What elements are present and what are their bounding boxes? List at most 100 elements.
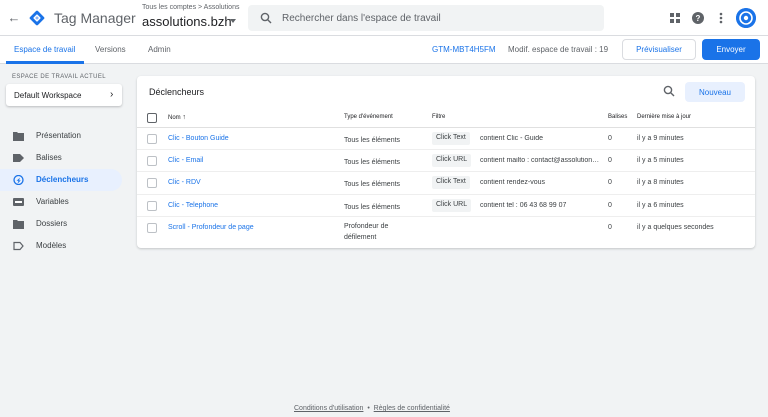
event-type: Profondeur de défilement: [344, 223, 389, 241]
variables-icon: [13, 198, 24, 206]
table-header: Nom ↑ Type d'événement Filtre Balises De…: [137, 108, 755, 128]
sidebar-item-tags[interactable]: Balises: [0, 147, 122, 169]
top-bar: ← Tag Manager Tous les comptes > Assolut…: [0, 0, 768, 36]
tab-versions[interactable]: Versions: [95, 45, 126, 54]
privacy-link[interactable]: Règles de confidentialité: [374, 405, 450, 412]
select-all-checkbox[interactable]: [147, 113, 157, 123]
triggers-card: Déclencheurs Nouveau Nom ↑ Type d'événem…: [137, 76, 755, 248]
column-header-name[interactable]: Nom ↑: [168, 114, 186, 121]
column-header-label: Nom: [168, 115, 181, 121]
row-checkbox[interactable]: [147, 201, 157, 211]
trigger-name-link[interactable]: Clic - Bouton Guide: [168, 135, 229, 142]
table-row[interactable]: Clic - Bouton Guide Tous les éléments Cl…: [137, 128, 755, 150]
more-vert-icon[interactable]: [714, 11, 728, 25]
tab-admin[interactable]: Admin: [148, 45, 171, 54]
sidebar-item-folders[interactable]: Dossiers: [0, 213, 122, 235]
workspace-label: ESPACE DE TRAVAIL ACTUEL: [12, 74, 106, 80]
app-name: Tag Manager: [54, 10, 136, 26]
container-name[interactable]: assolutions.bzh: [142, 14, 232, 29]
event-type: Tous les éléments: [344, 137, 401, 144]
footer: Conditions d'utilisation • Règles de con…: [294, 405, 450, 412]
last-updated: il y a 8 minutes: [637, 179, 684, 186]
event-type: Tous les éléments: [344, 159, 401, 166]
last-updated: il y a 9 minutes: [637, 135, 684, 142]
preview-button[interactable]: Prévisualiser: [622, 39, 696, 60]
row-checkbox[interactable]: [147, 223, 157, 233]
row-checkbox[interactable]: [147, 178, 157, 188]
workspace-changes: Modif. espace de travail : 19: [508, 45, 609, 54]
account-breadcrumb[interactable]: Tous les comptes > Assolutions: [142, 4, 239, 11]
trigger-name-link[interactable]: Clic - Email: [168, 157, 203, 164]
event-type: Tous les éléments: [344, 181, 401, 188]
tag-count: 0: [608, 135, 612, 142]
filter-condition: contient mailto : contact@assolutions.bz…: [480, 157, 600, 164]
apps-grid-icon[interactable]: [668, 11, 682, 25]
last-updated: il y a 6 minutes: [637, 202, 684, 209]
filter-variable-chip: Click Text: [432, 176, 470, 189]
tag-icon: [13, 154, 24, 162]
folder-icon: [13, 220, 24, 229]
filter-condition: contient rendez-vous: [480, 179, 545, 186]
sidebar-item-label: Modèles: [36, 241, 67, 250]
table-row[interactable]: Clic - RDV Tous les éléments Click Text …: [137, 172, 755, 195]
chevron-right-icon: ›: [110, 89, 114, 100]
filter-variable-chip: Click URL: [432, 154, 472, 167]
avatar[interactable]: [736, 8, 756, 28]
last-updated: il y a quelques secondes: [637, 224, 714, 231]
svg-text:?: ?: [696, 14, 701, 23]
row-checkbox[interactable]: [147, 134, 157, 144]
column-header-filter: Filtre: [432, 114, 446, 120]
sidebar-item-templates[interactable]: Modèles: [0, 235, 122, 257]
sidebar-item-triggers[interactable]: Déclencheurs: [0, 169, 122, 191]
card-title: Déclencheurs: [149, 87, 205, 97]
search-bar[interactable]: [248, 5, 604, 31]
new-trigger-button[interactable]: Nouveau: [685, 82, 745, 102]
row-checkbox[interactable]: [147, 156, 157, 166]
sidebar-item-label: Présentation: [36, 131, 81, 140]
sidebar-item-overview[interactable]: Présentation: [0, 125, 122, 147]
last-updated: il y a 5 minutes: [637, 157, 684, 164]
sidebar-item-label: Variables: [36, 197, 69, 206]
tag-count: 0: [608, 179, 612, 186]
column-header-event: Type d'événement: [344, 114, 393, 120]
active-tab-indicator: [6, 61, 84, 64]
terms-link[interactable]: Conditions d'utilisation: [294, 405, 363, 412]
container-dropdown-icon[interactable]: [230, 19, 236, 23]
filter-variable-chip: Click URL: [432, 199, 472, 212]
column-header-updated: Dernière mise à jour: [637, 114, 692, 120]
workspace-selector[interactable]: Default Workspace ›: [6, 84, 122, 106]
search-icon[interactable]: [663, 85, 675, 97]
table-row[interactable]: Clic - Email Tous les éléments Click URL…: [137, 150, 755, 172]
table-row[interactable]: Clic - Telephone Tous les éléments Click…: [137, 195, 755, 217]
sidebar-item-variables[interactable]: Variables: [0, 191, 122, 213]
sidebar-item-label: Dossiers: [36, 219, 68, 228]
container-id[interactable]: GTM-MBT4H5FM: [432, 45, 496, 54]
back-arrow-icon[interactable]: ←: [6, 10, 22, 26]
trigger-name-link[interactable]: Scroll - Profondeur de page: [168, 224, 254, 231]
filter-condition: contient Clic - Guide: [480, 135, 544, 142]
footer-separator: •: [367, 405, 370, 412]
tag-count: 0: [608, 157, 612, 164]
trigger-name-link[interactable]: Clic - RDV: [168, 179, 201, 186]
event-type: Tous les éléments: [344, 204, 401, 211]
tag-count: 0: [608, 202, 612, 209]
filter-condition: contient tel : 06 43 68 99 07: [480, 202, 567, 209]
trigger-name-link[interactable]: Clic - Telephone: [168, 202, 218, 209]
sort-ascending-icon: ↑: [182, 114, 186, 121]
tab-workspace[interactable]: Espace de travail: [14, 45, 75, 54]
search-input[interactable]: [282, 10, 592, 26]
tag-count: 0: [608, 224, 612, 231]
column-header-tags: Balises: [608, 114, 628, 120]
table-row[interactable]: Scroll - Profondeur de page Profondeur d…: [137, 217, 755, 248]
workspace-name: Default Workspace: [14, 91, 82, 100]
submit-button[interactable]: Envoyer: [702, 39, 760, 60]
tag-manager-logo-icon: [29, 10, 45, 26]
search-icon: [260, 12, 272, 24]
template-icon: [13, 241, 24, 251]
workspace-bar: Espace de travail Versions Admin GTM-MBT…: [0, 36, 768, 64]
folder-icon: [13, 132, 24, 141]
sidebar-item-label: Balises: [36, 153, 62, 162]
help-icon[interactable]: ?: [691, 11, 705, 25]
trigger-icon: [13, 175, 24, 185]
filter-variable-chip: Click Text: [432, 132, 470, 145]
